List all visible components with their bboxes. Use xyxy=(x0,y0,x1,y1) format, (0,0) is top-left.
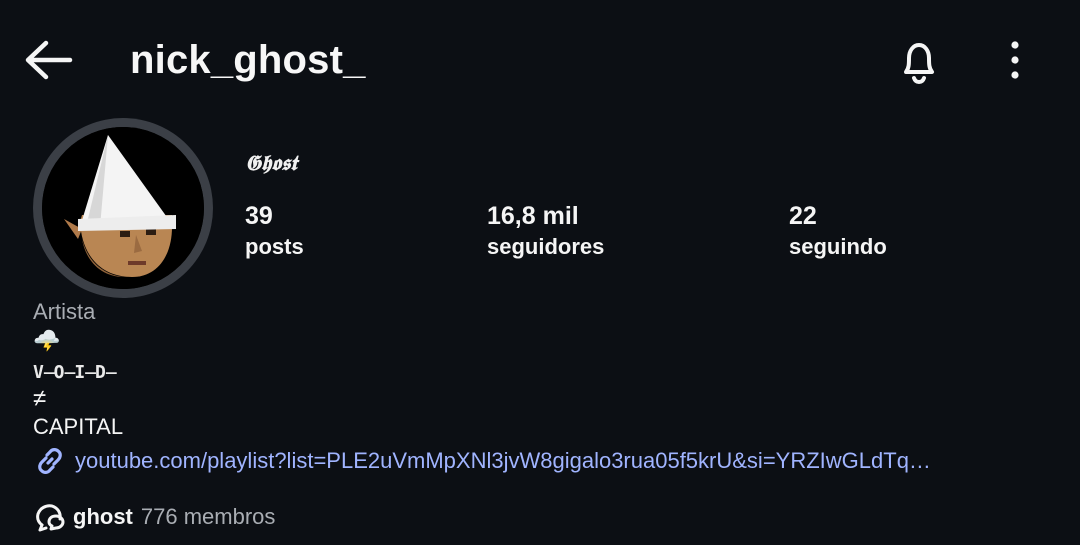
profile-category: Artista xyxy=(33,299,96,324)
more-vertical-icon xyxy=(1011,41,1019,79)
channel-name: ghost xyxy=(73,504,133,529)
broadcast-channel-icon xyxy=(36,504,65,532)
followers-count: 16,8 mil xyxy=(487,202,579,230)
bio-capital: CAPITAL xyxy=(33,414,124,439)
more-options-button[interactable] xyxy=(1000,38,1030,86)
posts-count: 39 xyxy=(245,202,273,230)
posts-stat[interactable]: 39 posts xyxy=(245,200,304,262)
profile-header: nick_ghost_ xyxy=(0,0,1080,120)
posts-label: posts xyxy=(245,234,304,259)
bio-not-equal: ≠ xyxy=(33,385,47,412)
profile-link-text: youtube.com/playlist?list=PLE2uVmMpXNl3j… xyxy=(75,448,931,473)
notifications-button[interactable] xyxy=(893,36,945,88)
following-label: seguindo xyxy=(789,234,887,259)
followers-stat[interactable]: 16,8 mil seguidores xyxy=(487,200,604,262)
avatar-image xyxy=(42,127,204,289)
broadcast-channel[interactable]: ghost 776 membros xyxy=(33,500,275,534)
bio-void-text: V̶O̶I̶D̶ xyxy=(33,362,117,383)
bell-icon xyxy=(904,43,934,85)
gnome-avatar xyxy=(42,127,204,289)
channel-members: 776 membros xyxy=(140,504,276,529)
back-button[interactable] xyxy=(22,38,76,82)
profile-link[interactable]: youtube.com/playlist?list=PLE2uVmMpXNl3j… xyxy=(33,444,1053,478)
profile-avatar[interactable] xyxy=(33,118,213,298)
profile-display-name: 𝕲𝖍𝖔𝖘𝖙 xyxy=(245,150,297,175)
followers-label: seguidores xyxy=(487,234,605,259)
following-count: 22 xyxy=(789,202,817,230)
following-stat[interactable]: 22 seguindo xyxy=(789,200,887,262)
bio-storm-emoji: 🌩️ xyxy=(33,328,61,353)
link-icon xyxy=(38,448,62,474)
profile-username: nick_ghost_ xyxy=(130,38,366,82)
arrow-left-icon xyxy=(25,40,73,80)
